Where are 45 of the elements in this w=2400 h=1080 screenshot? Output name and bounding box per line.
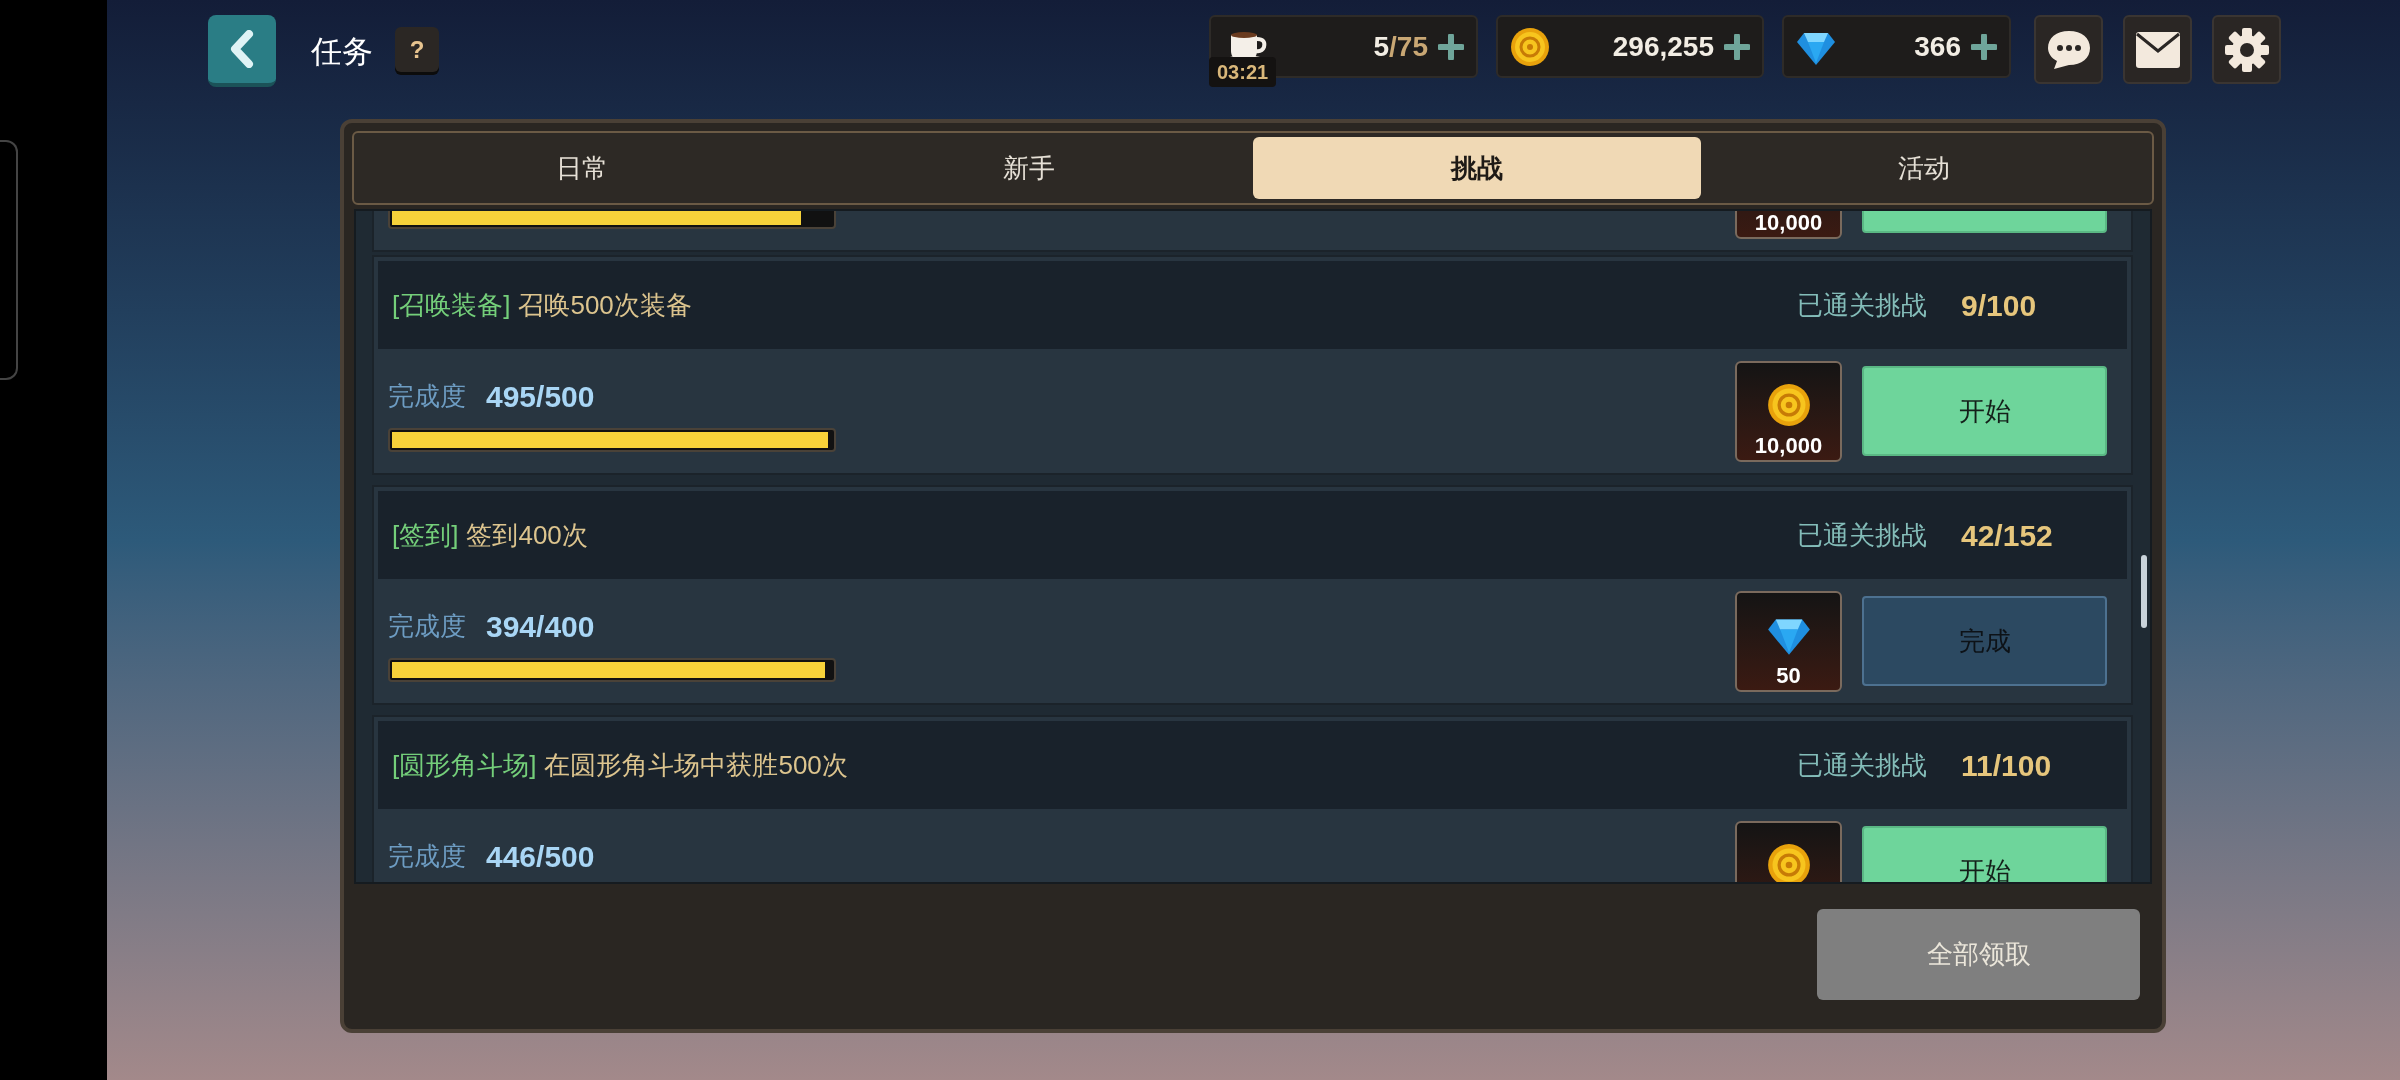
tab[interactable]: 活动	[1700, 137, 2148, 199]
task-category: [圆形角斗场]	[392, 748, 537, 782]
resource-value: 366	[1914, 29, 1961, 64]
help-button[interactable]: ?	[395, 27, 439, 72]
cleared-label: 已通关挑战	[1797, 288, 1927, 322]
coin-icon	[1510, 26, 1550, 67]
settings-button[interactable]	[2212, 15, 2281, 84]
progress-label: 完成度	[388, 839, 466, 873]
resource-value: 296,255	[1612, 29, 1714, 64]
reward-amount: 10,000	[1754, 211, 1823, 237]
task-title: 召唤500次装备	[518, 288, 692, 322]
plus-icon[interactable]	[1438, 33, 1464, 60]
cleared-count: 42/152	[1961, 517, 2054, 554]
resource-value: 5/75	[1373, 29, 1428, 64]
back-button[interactable]	[208, 15, 276, 87]
progress-value: 394/400	[486, 608, 595, 645]
speech-bubble-icon	[2045, 28, 2092, 71]
page-title: 任务	[311, 33, 373, 71]
task-category: [召唤装备]	[392, 288, 511, 322]
progress-label: 完成度	[388, 609, 466, 643]
mail-button[interactable]	[2123, 15, 2192, 84]
reward-amount: 50	[1776, 661, 1801, 690]
progress-label: 完成度	[388, 379, 466, 413]
task-category: [签到]	[392, 518, 459, 552]
settings-icon	[2223, 26, 2270, 73]
tab[interactable]: 新手	[805, 137, 1253, 199]
coin-icon	[1766, 382, 1811, 427]
tab[interactable]: 挑战	[1253, 137, 1701, 199]
cleared-count: 11/100	[1961, 747, 2053, 784]
start-button[interactable]: 开始	[1862, 366, 2107, 456]
cleared-label: 已通关挑战	[1797, 748, 1927, 782]
chat-button[interactable]	[2034, 15, 2103, 84]
task-title: 在圆形角斗场中获胜500次	[544, 748, 848, 782]
coin-icon	[1766, 842, 1811, 882]
progress-value: 495/500	[486, 378, 595, 415]
plus-icon[interactable]	[1971, 33, 1997, 60]
progress-value: 446/500	[486, 838, 595, 875]
timer: 03:21	[1209, 57, 1277, 87]
plus-icon[interactable]	[1724, 33, 1750, 60]
mail-icon	[2134, 30, 2181, 69]
cleared-count: 9/100	[1961, 287, 2038, 324]
cleared-label: 已通关挑战	[1797, 518, 1927, 552]
tab[interactable]: 日常	[358, 137, 806, 199]
task-title: 签到400次	[466, 518, 588, 552]
reward-amount: 10,000	[1754, 431, 1823, 460]
